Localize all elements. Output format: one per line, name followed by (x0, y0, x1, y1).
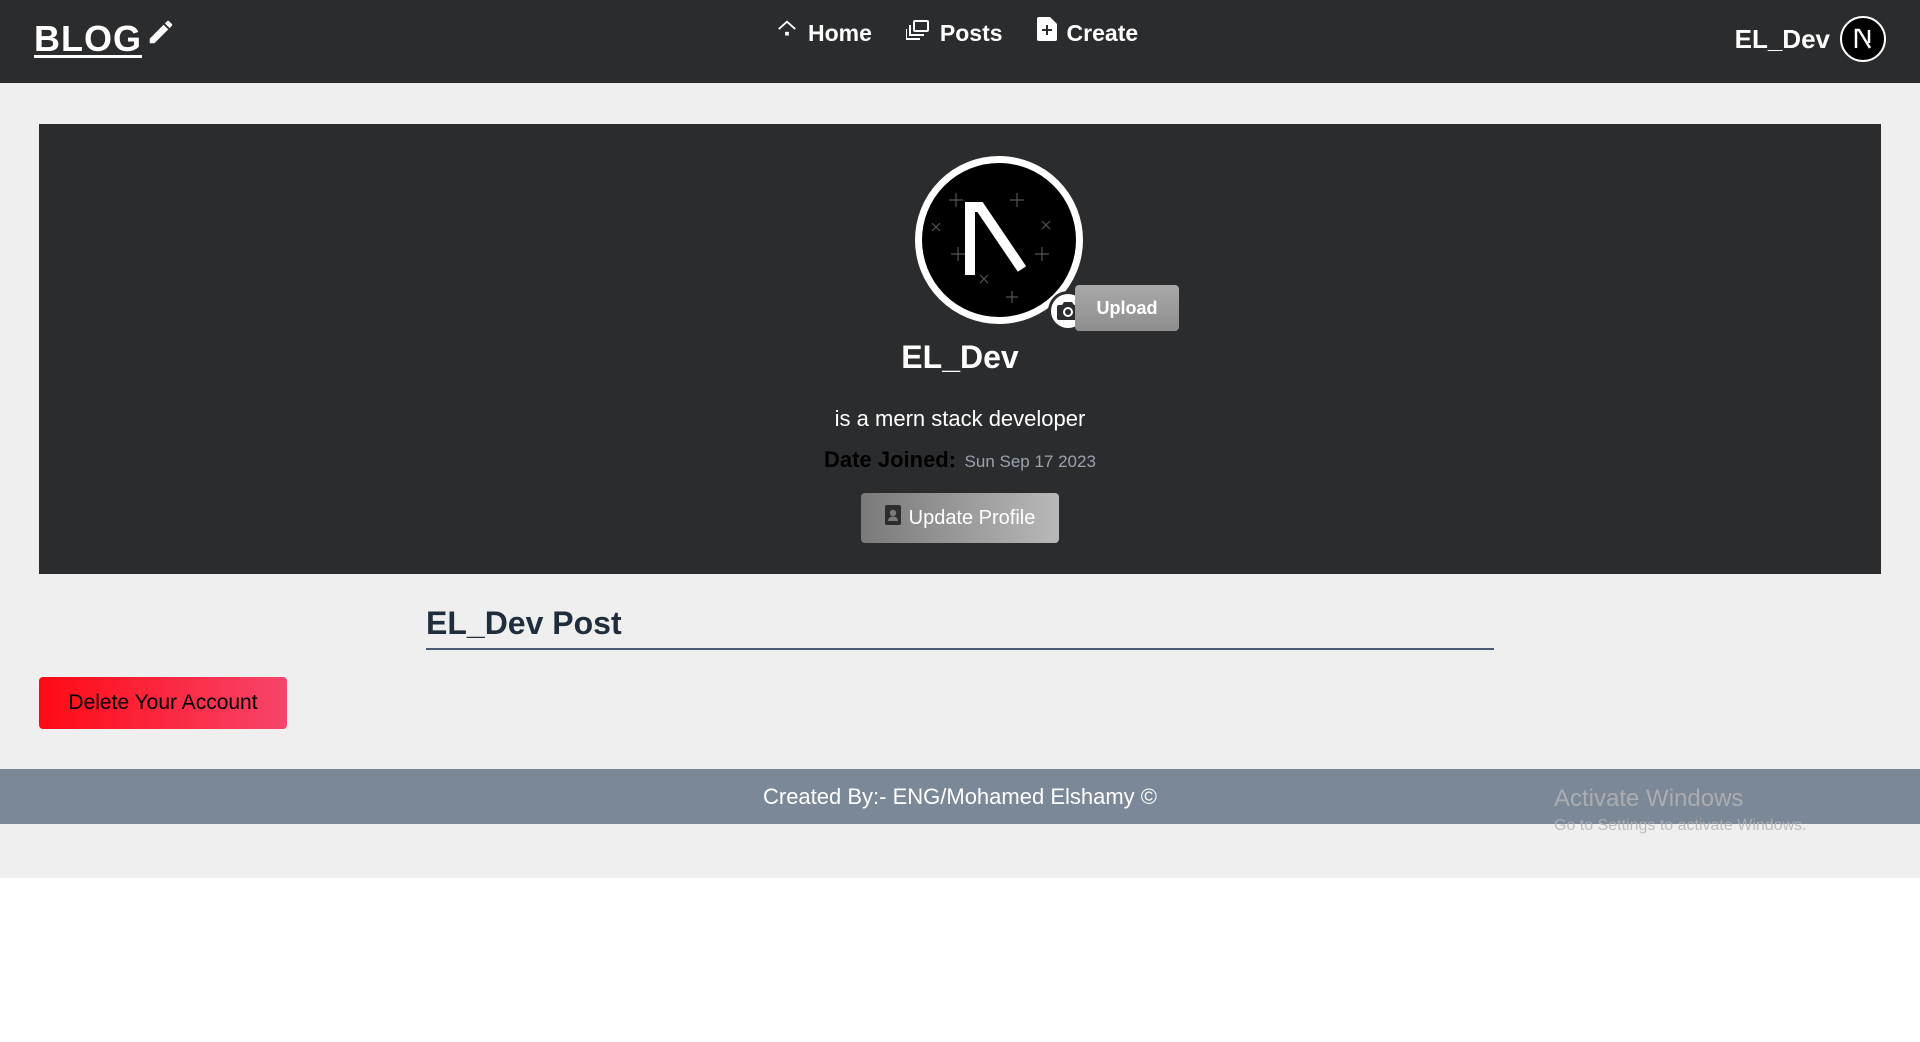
posts-icon (904, 20, 930, 47)
nav-user-menu[interactable]: EL_Dev (1735, 16, 1886, 62)
upload-button[interactable]: Upload (1075, 285, 1179, 331)
profile-card: Upload EL_Dev is a mern stack developer … (39, 124, 1881, 574)
profile-name: EL_Dev (901, 339, 1019, 375)
delete-account-button[interactable]: Delete Your Account (39, 677, 287, 729)
update-profile-button[interactable]: Update Profile (861, 493, 1059, 543)
nav-username: EL_Dev (1734, 23, 1830, 54)
watermark-subtitle: Go to Settings to activate Windows. (1554, 817, 1807, 834)
watermark-title: Activate Windows (1554, 785, 1744, 812)
nextjs-logo-icon (1854, 28, 1872, 49)
nav-create-label: Create (1066, 20, 1139, 46)
date-joined-value: Sun Sep 17 2023 (964, 452, 1096, 471)
nav-create[interactable]: Create (1036, 17, 1139, 47)
nav-posts-label: Posts (939, 20, 1003, 46)
pencil-icon (146, 17, 176, 52)
update-profile-label: Update Profile (908, 506, 1036, 529)
home-icon (776, 20, 798, 47)
main-nav: Home Posts Create (776, 17, 1139, 47)
page: BLOG Home Posts Create EL_Dev Upload EL_… (0, 0, 1920, 1042)
brand-logo-link[interactable]: BLOG (34, 18, 176, 60)
profile-bio: is a mern stack developer (834, 406, 1086, 431)
file-plus-icon (1036, 17, 1057, 47)
nav-home-label: Home (808, 20, 872, 46)
nav-posts[interactable]: Posts (904, 20, 1003, 47)
windows-activation-watermark: Activate Windows Go to Settings to activ… (1554, 785, 1807, 835)
nav-home[interactable]: Home (776, 20, 872, 47)
profile-avatar-wrap (915, 156, 1088, 331)
posts-heading: EL_Dev Post (426, 605, 1494, 650)
main-content: Upload EL_Dev is a mern stack developer … (0, 83, 1920, 769)
date-joined-label: Date Joined: (824, 447, 957, 472)
brand-text: BLOG (34, 18, 142, 59)
avatar[interactable] (1840, 16, 1886, 62)
nextjs-logo-icon (931, 193, 1051, 303)
date-joined: Date Joined: Sun Sep 17 2023 (39, 447, 1881, 473)
contact-card-icon (884, 505, 901, 531)
navbar: BLOG Home Posts Create EL_Dev (0, 0, 1920, 83)
